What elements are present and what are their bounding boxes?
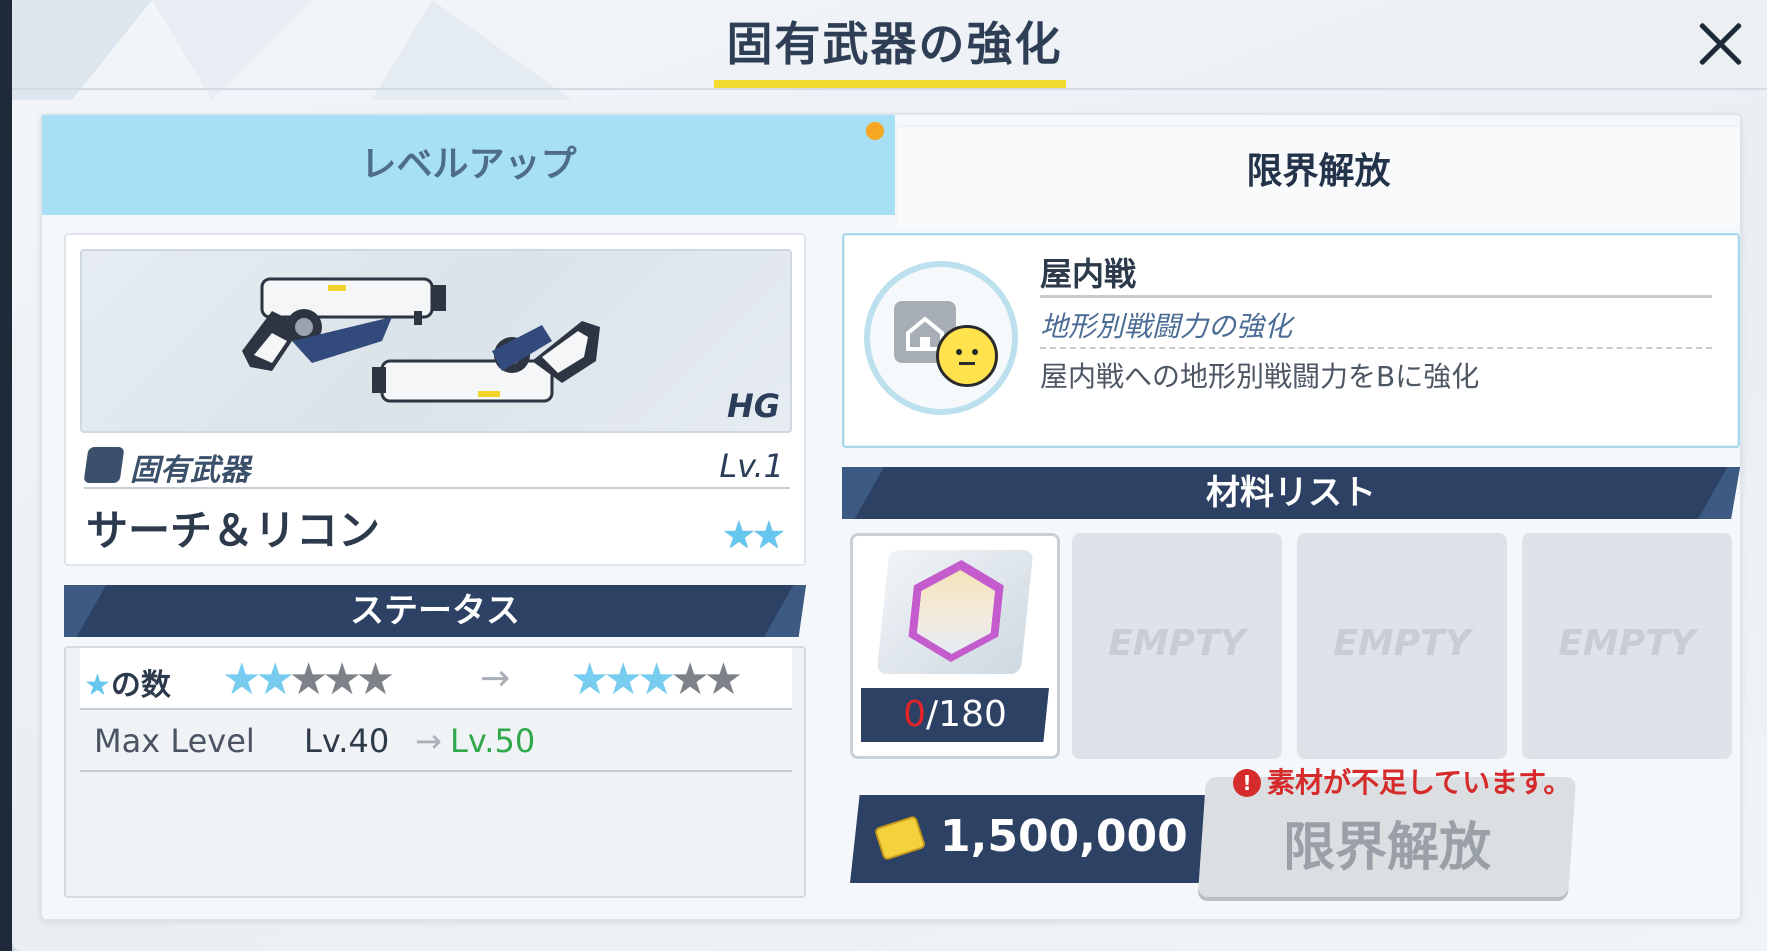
credit-icon — [873, 815, 927, 861]
stars-after: ★★★★★ — [570, 654, 743, 705]
status-header: ステータス — [64, 585, 806, 637]
weapon-image: HG — [80, 249, 792, 433]
max-level-to: Lv.50 — [450, 722, 536, 760]
materials-header: 材料リスト — [842, 467, 1740, 519]
max-level-label: Max Level — [94, 722, 255, 760]
dialog-header: 固有武器の強化 — [12, 0, 1767, 90]
twin-pistols-image — [242, 277, 600, 403]
material-count: 0/180 — [861, 688, 1049, 742]
cost-amount: 1,500,000 — [940, 811, 1188, 862]
weapon-stars: ★★ — [721, 513, 786, 557]
stars-before: ★★★★★ — [222, 654, 395, 705]
tab-level-up[interactable]: レベルアップ — [42, 115, 895, 215]
weapon-type-label: 固有武器 — [130, 453, 250, 488]
warning-icon: ! — [1233, 769, 1261, 797]
warning-text: 素材が不足しています。 — [1267, 766, 1572, 799]
skill-icon — [864, 261, 1018, 415]
arrow-right-icon: → — [415, 722, 442, 760]
skill-name: 屋内戦 — [1040, 255, 1137, 293]
limit-break-button-label: 限界解放 — [1282, 818, 1491, 878]
unique-weapon-icon — [83, 447, 125, 483]
page-title: 固有武器の強化 — [726, 17, 1063, 71]
skill-box: 屋内戦 地形別戦闘力の強化 屋内戦への地形別戦闘力をBに強化 — [842, 233, 1740, 448]
materials-header-label: 材料リスト — [1206, 473, 1376, 513]
max-level-from: Lv.40 — [304, 722, 390, 760]
star-count-label: ★の数 — [84, 668, 171, 703]
close-button[interactable] — [1690, 14, 1750, 74]
weapon-enhance-dialog: 固有武器の強化 レベルアップ 限界解放 HG 固有武器 Lv.1 サーチ＆リコン… — [12, 0, 1767, 951]
divider — [1040, 347, 1712, 349]
star-icon: ★ — [84, 668, 111, 703]
background-edge — [0, 0, 12, 951]
tab-limit-break[interactable]: 限界解放 — [897, 127, 1740, 227]
empty-label: EMPTY — [1108, 623, 1246, 664]
weapon-name: サーチ＆リコン — [86, 506, 381, 555]
material-slot-empty: EMPTY — [1072, 533, 1282, 759]
weapon-type-row: 固有武器 Lv.1 — [83, 443, 790, 489]
status-header-label: ステータス — [350, 591, 520, 631]
enhance-panel: レベルアップ 限界解放 HG 固有武器 Lv.1 サーチ＆リコン ★★ ステータ… — [40, 113, 1742, 921]
weapon-class-label: HG — [726, 387, 780, 425]
status-box: ★の数 ★★★★★ → ★★★★★ Max Level Lv.40 → Lv.5… — [64, 646, 806, 898]
empty-label: EMPTY — [1333, 623, 1471, 664]
title-underline — [714, 80, 1066, 88]
divider — [1040, 295, 1712, 298]
neutral-face-icon — [936, 325, 998, 387]
arrow-right-icon: → — [480, 658, 511, 699]
material-slot-empty: EMPTY — [1297, 533, 1507, 759]
weapon-level: Lv.1 — [719, 447, 784, 485]
skill-subtitle: 地形別戦闘力の強化 — [1040, 310, 1293, 343]
star-count-row: ★の数 ★★★★★ → ★★★★★ — [80, 648, 792, 710]
notification-dot — [866, 122, 884, 140]
insufficient-warning: ! 素材が不足しています。 — [1233, 761, 1571, 801]
material-slot[interactable]: 0/180 — [850, 533, 1060, 759]
skill-description: 屋内戦への地形別戦闘力をBに強化 — [1040, 360, 1480, 393]
material-owned: 0 — [903, 694, 927, 735]
material-item-icon — [876, 550, 1034, 674]
empty-label: EMPTY — [1558, 623, 1696, 664]
weapon-card: HG 固有武器 Lv.1 サーチ＆リコン ★★ — [64, 233, 806, 566]
material-required: /180 — [926, 694, 1007, 735]
material-slot-empty: EMPTY — [1522, 533, 1732, 759]
max-level-row: Max Level Lv.40 → Lv.50 — [80, 710, 792, 772]
